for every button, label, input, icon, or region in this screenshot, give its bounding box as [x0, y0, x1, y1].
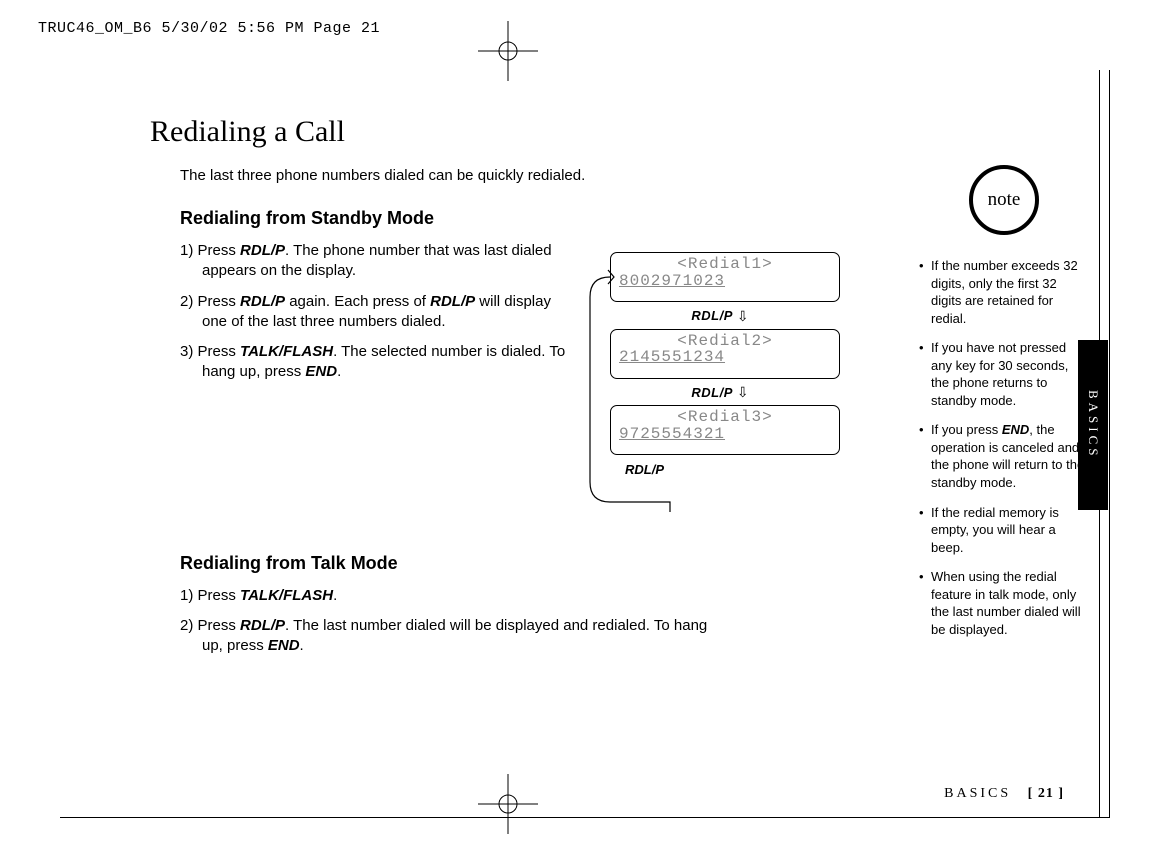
page-rule [1109, 70, 1110, 818]
down-arrow-icon: ⇩ [737, 309, 749, 326]
note-item: If the redial memory is empty, you will … [919, 504, 1089, 557]
button-press-label: RDL/P [625, 461, 870, 479]
list-item: 1) Press TALK/FLASH. [180, 586, 580, 606]
print-slug: TRUC46_OM_B6 5/30/02 5:56 PM Page 21 [38, 20, 380, 37]
note-item: If you have not pressed any key for 30 s… [919, 339, 1089, 409]
registration-mark-icon [478, 774, 538, 834]
note-item: When using the redial feature in talk mo… [919, 568, 1089, 638]
page-number: [ 21 ] [1028, 786, 1064, 801]
note-sidebar: note If the number exceeds 32 digits, on… [919, 165, 1089, 650]
down-arrow-icon: ⇩ [737, 385, 749, 402]
intro-text: The last three phone numbers dialed can … [180, 167, 850, 184]
registration-mark-icon [478, 21, 538, 81]
list-item: 2) Press RDL/P. The last number dialed w… [180, 616, 720, 657]
standby-heading: Redialing from Standby Mode [180, 208, 850, 229]
talk-steps: 1) Press TALK/FLASH. 2) Press RDL/P. The… [180, 586, 850, 657]
talk-heading: Redialing from Talk Mode [180, 553, 850, 574]
page-title: Redialing a Call [150, 115, 850, 149]
list-item: 2) Press RDL/P again. Each press of RDL/… [180, 292, 580, 333]
button-press-label: RDL/P⇩ [570, 308, 870, 326]
note-item: If you press END, the operation is cance… [919, 421, 1089, 491]
page-rule [60, 817, 1110, 818]
footer-section: BASICS [944, 786, 1011, 801]
list-item: 1) Press RDL/P. The phone number that wa… [180, 241, 580, 282]
lcd-screen: <Redial2> 2145551234 [610, 329, 840, 379]
lcd-screen: <Redial3> 9725554321 [610, 405, 840, 455]
button-press-label: RDL/P⇩ [570, 385, 870, 403]
note-item: If the number exceeds 32 digits, only th… [919, 257, 1089, 327]
note-icon: note [969, 165, 1039, 235]
lcd-screen: <Redial1> 8002971023 [610, 252, 840, 302]
note-list: If the number exceeds 32 digits, only th… [919, 257, 1089, 638]
lcd-sequence-diagram: <Redial1> 8002971023 RDL/P⇩ <Redial2> 21… [570, 252, 870, 479]
page-footer: BASICS [ 21 ] [944, 786, 1064, 802]
list-item: 3) Press TALK/FLASH. The selected number… [180, 342, 580, 383]
